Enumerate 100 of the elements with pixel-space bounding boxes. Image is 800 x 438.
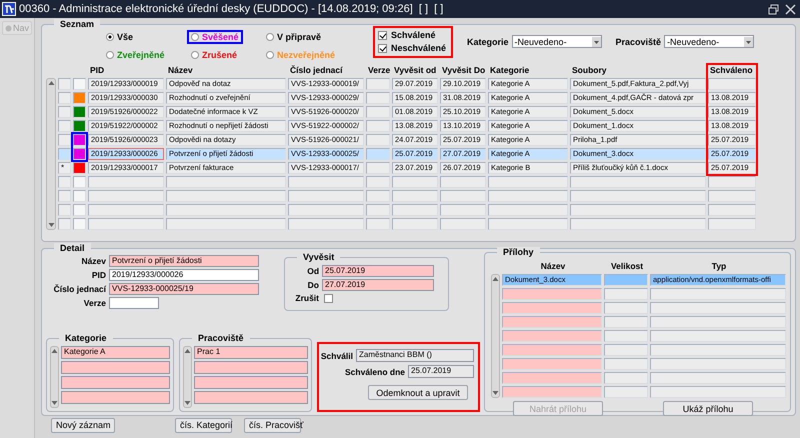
restore-icon (768, 4, 779, 14)
list-item[interactable] (61, 361, 170, 374)
unlock-button[interactable]: Odemknout a upravit (368, 385, 468, 400)
field-label: Schválil (320, 350, 354, 360)
text-field[interactable]: Zaměstnanci BBM () (356, 349, 474, 362)
scroll-up-icon (50, 347, 60, 355)
text-field[interactable]: 2019/12933/000026 (109, 269, 260, 281)
caret-icon (744, 36, 754, 46)
radio-button[interactable]: Vše (106, 32, 134, 42)
scrollbar[interactable] (491, 274, 500, 398)
list-item[interactable]: Prac 1 (194, 346, 308, 359)
table-cell (440, 176, 486, 188)
field-label: PID (90, 270, 106, 280)
window-title: 00360 - Administrace elektronické úřední desky (EUDDOC) - [14.08.2019; 09:26] [ ] [ ] (19, 3, 444, 15)
radio-button[interactable]: V připravě (266, 32, 322, 42)
table-cell (366, 190, 390, 202)
table-cell (604, 386, 648, 398)
table-cell (708, 78, 756, 90)
scroll-up-icon (46, 79, 56, 87)
column-header: Velikost (610, 261, 644, 272)
field-label: Schváleno dne (345, 366, 406, 376)
table-cell (708, 176, 756, 188)
column-header: Vyvěsit Do (441, 65, 486, 76)
table-cell (392, 204, 438, 216)
list-item[interactable] (61, 391, 170, 404)
list-item[interactable]: Kategorie A (61, 346, 170, 359)
column-header: Soubory (571, 65, 608, 76)
table-cell (366, 106, 390, 118)
table-cell (366, 92, 390, 104)
column-header: Kategorie (489, 65, 530, 76)
action-button[interactable]: čís. Pracovišť (244, 418, 302, 432)
checkbox[interactable]: Schválené (378, 30, 448, 40)
table-cell (440, 204, 486, 216)
app-logo-icon (2, 2, 16, 16)
group-title: Detail (54, 243, 91, 254)
text-field[interactable]: Potvrzení o přijetí žádosti (109, 255, 260, 267)
date-field[interactable]: 25.07.2019 (408, 365, 474, 378)
field-label: Verze (82, 298, 106, 308)
scroll-down-icon (491, 389, 500, 397)
dropdown[interactable]: -Neuvedeno- (512, 35, 602, 48)
date-field[interactable]: 27.07.2019 (322, 279, 434, 291)
scroll-up-icon (491, 275, 500, 283)
date-field[interactable]: 25.07.2019 (322, 265, 434, 277)
table-cell (708, 190, 756, 202)
column-header: Číslo jednací (289, 65, 344, 76)
scrollbar[interactable] (50, 346, 60, 408)
table-cell (604, 358, 648, 370)
table-cell (73, 204, 86, 216)
column-header: Typ (710, 261, 728, 272)
row-selector[interactable] (58, 134, 72, 146)
checkbox[interactable] (324, 294, 334, 302)
row-selector[interactable]: * (58, 162, 72, 174)
list-item[interactable] (61, 376, 170, 389)
scroll-down-icon (183, 399, 192, 407)
scroll-down-icon (46, 221, 56, 229)
field-label: Číslo jednací (52, 284, 106, 294)
text-field[interactable] (109, 297, 160, 309)
list-item[interactable] (194, 361, 308, 374)
table-cell (604, 274, 648, 286)
action-button[interactable]: čís. Kategorií (175, 418, 232, 432)
table-cell (73, 78, 86, 90)
scrollbar[interactable] (46, 78, 56, 230)
table-cell (604, 330, 648, 342)
list-item[interactable] (194, 391, 308, 404)
table-cell (604, 316, 648, 328)
checkbox[interactable]: Neschválené (378, 43, 448, 53)
scrollbar[interactable] (183, 346, 192, 408)
close-icon (785, 4, 796, 14)
row-selector[interactable] (58, 148, 72, 160)
caret-icon (592, 36, 601, 46)
table-cell (366, 120, 390, 132)
table-cell (604, 344, 648, 356)
text-field[interactable]: VVS-12933-000025/19 (109, 283, 260, 295)
table-cell (366, 162, 390, 174)
dropdown[interactable]: -Neuvedeno- (664, 35, 754, 48)
column-header: Verze (367, 65, 390, 76)
column-header: Schváleno (709, 65, 754, 76)
table-cell (366, 78, 390, 90)
table-cell (604, 288, 648, 300)
group-title: Kategorie (59, 333, 113, 344)
column-header: Vyvěsit od (393, 65, 438, 76)
table-cell (392, 176, 438, 188)
field-label: Název (80, 256, 106, 266)
table-cell (366, 204, 390, 216)
table-cell (604, 302, 648, 314)
column-header: Název (540, 261, 566, 272)
group-title: Vyvěsit (297, 252, 340, 263)
table-cell (73, 218, 86, 230)
field-label: Zrušit (294, 293, 320, 303)
table-cell (392, 190, 438, 202)
table-cell (366, 134, 390, 146)
action-button[interactable]: Nový záznam (51, 418, 116, 432)
list-item[interactable] (194, 376, 308, 389)
table-cell (604, 372, 648, 384)
attachment-button[interactable]: Ukáž přílohu (663, 401, 754, 416)
group-title: Přílohy (497, 247, 540, 258)
group-title: Seznam (54, 19, 100, 30)
table-cell (440, 190, 486, 202)
filter-label: Pracoviště (616, 36, 662, 46)
scroll-up-icon (183, 347, 192, 355)
